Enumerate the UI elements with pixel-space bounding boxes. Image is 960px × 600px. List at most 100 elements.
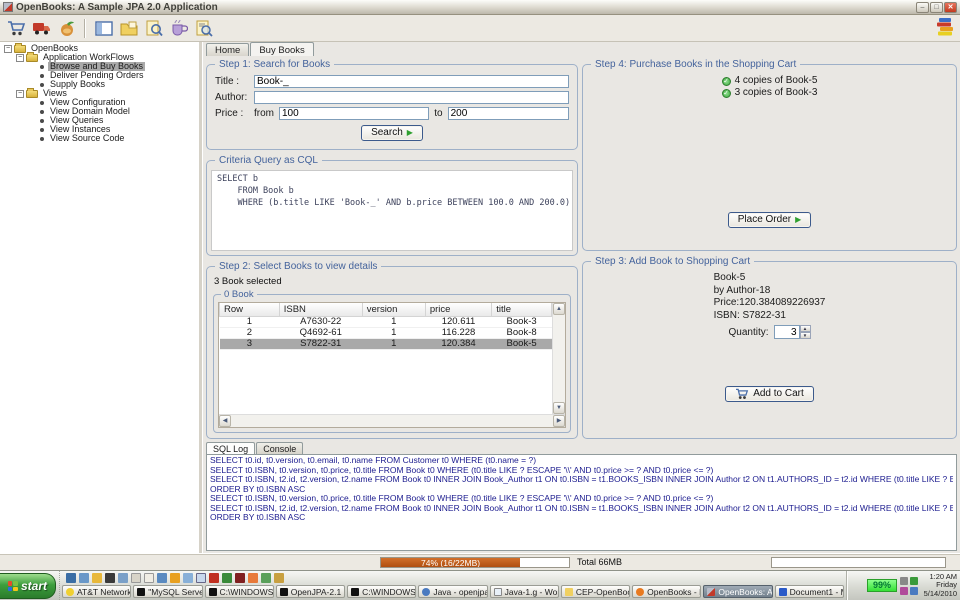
cmd-icon — [280, 588, 288, 596]
main-area: −OpenBooks −Application WorkFlows Browse… — [0, 42, 960, 553]
tab-sql-log[interactable]: SQL Log — [206, 442, 255, 454]
restore-icon[interactable]: □ — [930, 2, 943, 13]
collapse-icon[interactable]: − — [16, 90, 24, 98]
quick-launch-icon[interactable] — [157, 573, 167, 583]
quick-launch-icon[interactable] — [261, 573, 271, 583]
view-configuration-button[interactable] — [91, 17, 116, 40]
cmd-icon — [209, 588, 217, 596]
collapse-icon[interactable]: − — [4, 45, 12, 53]
scroll-up-icon[interactable]: ▲ — [553, 303, 565, 315]
view-instances-button[interactable] — [166, 17, 191, 40]
add-to-cart-button[interactable]: Add to Cart — [725, 386, 814, 402]
log-line: SELECT t0.id, t0.version, t0.email, t0.n… — [210, 456, 953, 466]
view-domain-model-button[interactable] — [116, 17, 141, 40]
horizontal-scrollbar[interactable]: ◀ ▶ — [219, 414, 565, 427]
view-queries-button[interactable] — [141, 17, 166, 40]
view-source-code-button[interactable] — [191, 17, 216, 40]
quick-launch-icon[interactable] — [79, 573, 89, 583]
tray-icon[interactable] — [900, 577, 908, 585]
quantity-stepper[interactable]: ▲ ▼ — [774, 325, 811, 339]
quick-launch-icon[interactable] — [274, 573, 284, 583]
close-icon[interactable]: ✕ — [944, 2, 957, 13]
task-button[interactable]: Document1 - Mic... — [775, 585, 844, 598]
task-button[interactable]: C:\WINDOWS\sys... — [205, 585, 274, 598]
scroll-left-icon[interactable]: ◀ — [219, 415, 231, 427]
col-price[interactable]: price — [425, 303, 491, 316]
domain-folder-icon — [120, 20, 138, 36]
task-button[interactable]: C:\WINDOWS\sys... — [347, 585, 416, 598]
task-button[interactable]: OpenBooks - Feat... — [632, 585, 701, 598]
tray-icon[interactable] — [910, 587, 918, 595]
source-search-icon — [195, 20, 213, 37]
price-from-input[interactable] — [279, 107, 429, 120]
col-row[interactable]: Row — [220, 303, 280, 316]
task-button[interactable]: CEP-OpenBooks — [561, 585, 630, 598]
table-row[interactable]: 2Q4692-611116.228Book-8 — [220, 327, 552, 338]
place-order-button[interactable]: Place Order▶ — [728, 212, 812, 228]
task-button[interactable]: OpenJPA-2.1 — [276, 585, 345, 598]
log-line: SELECT t0.ISBN, t0.version, t0.price, t0… — [210, 494, 953, 504]
tray-icon[interactable] — [900, 587, 908, 595]
folder-icon — [565, 588, 573, 596]
spin-down-icon[interactable]: ▼ — [800, 332, 811, 339]
deliver-truck-button[interactable] — [29, 17, 54, 40]
tray-icon[interactable] — [910, 577, 918, 585]
quick-launch-icon[interactable] — [170, 573, 180, 583]
tree-item-view-source-code[interactable]: View Source Code — [2, 134, 199, 143]
quick-launch-icon[interactable] — [183, 573, 193, 583]
vertical-scrollbar[interactable]: ▲ ▼ — [552, 303, 565, 414]
buy-books-workarea: Step 1: Search for Books Title : Author:… — [203, 56, 960, 441]
quick-launch-icon[interactable] — [131, 573, 141, 583]
col-isbn[interactable]: ISBN — [279, 303, 362, 316]
spin-up-icon[interactable]: ▲ — [800, 325, 811, 332]
sql-log-body[interactable]: SELECT t0.id, t0.version, t0.email, t0.n… — [206, 454, 957, 551]
main-tabs: Home Buy Books — [203, 42, 960, 56]
selection-info: 3 Book selected — [214, 276, 571, 287]
quick-launch-icon[interactable] — [235, 573, 245, 583]
tab-buy-books[interactable]: Buy Books — [250, 42, 313, 56]
quick-launch-icon[interactable] — [92, 573, 102, 583]
cmd-icon — [137, 588, 145, 596]
log-line: SELECT t0.ISBN, t2.id, t2.version, t2.na… — [210, 504, 953, 514]
tab-home[interactable]: Home — [206, 43, 249, 56]
scroll-down-icon[interactable]: ▼ — [553, 402, 565, 414]
quick-launch-icon[interactable] — [66, 573, 76, 583]
col-title[interactable]: title — [492, 303, 552, 316]
leaf-icon — [40, 110, 44, 114]
quick-launch-icon[interactable] — [248, 573, 258, 583]
quick-launch-icon[interactable] — [118, 573, 128, 583]
quick-launch-icon[interactable] — [196, 573, 206, 583]
quick-launch-icon[interactable] — [144, 573, 154, 583]
task-button[interactable]: Java - openjpa-2... — [418, 585, 487, 598]
tab-console[interactable]: Console — [256, 442, 303, 454]
quick-launch-icon[interactable] — [222, 573, 232, 583]
cmd-icon — [351, 588, 359, 596]
task-button[interactable]: Java-1.g - WordPad — [490, 585, 559, 598]
truck-icon — [32, 20, 52, 36]
title-label: Title : — [215, 76, 249, 87]
start-button[interactable]: start — [0, 573, 56, 599]
quick-launch-icon[interactable] — [105, 573, 115, 583]
task-button[interactable]: AT&T Network Cl... — [62, 585, 131, 598]
search-button[interactable]: Search▶ — [361, 125, 423, 141]
status-bar: 74% (16/22MB) Total 66MB — [0, 553, 960, 570]
battery-indicator[interactable]: 99% — [867, 579, 897, 592]
col-version[interactable]: version — [362, 303, 425, 316]
collapse-icon[interactable]: − — [16, 54, 24, 62]
buy-cart-button[interactable] — [4, 17, 29, 40]
author-input[interactable] — [254, 91, 569, 104]
title-input[interactable] — [254, 75, 569, 88]
task-button-active[interactable]: OpenBooks: A Sa... — [703, 585, 772, 598]
price-to-input[interactable] — [448, 107, 569, 120]
quick-launch-icon[interactable] — [209, 573, 219, 583]
minimize-icon[interactable]: – — [916, 2, 929, 13]
taskbar-clock[interactable]: 1:20 AM Friday 5/14/2010 — [921, 573, 957, 599]
leaf-icon — [40, 83, 44, 87]
scroll-right-icon[interactable]: ▶ — [553, 415, 565, 427]
quantity-input[interactable] — [774, 325, 800, 339]
supply-box-button[interactable] — [54, 17, 79, 40]
cart-icon — [7, 20, 26, 37]
table-row[interactable]: 1A7630-221120.611Book-3 — [220, 316, 552, 327]
table-row-selected[interactable]: 3S7822-311120.384Book-5 — [220, 338, 552, 349]
task-button[interactable]: "MySQL Server" — [133, 585, 202, 598]
